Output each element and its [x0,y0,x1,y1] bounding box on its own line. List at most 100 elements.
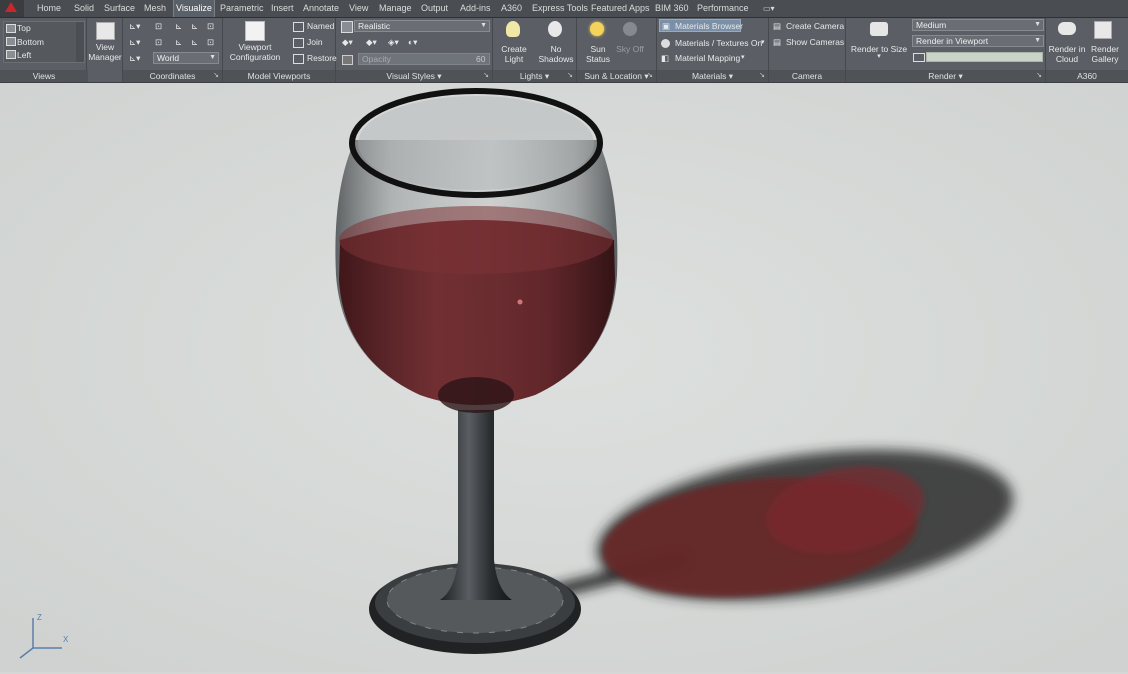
edge-effects-icon[interactable]: ◆▾ [342,37,353,47]
top-view-icon [6,24,16,33]
panel-title-render[interactable]: Render ▾ ↘ [846,70,1045,82]
views-scrollbar[interactable] [76,22,84,62]
render-progress-bar [926,52,1043,62]
create-camera-button[interactable]: Create Camera [786,21,844,31]
render-progress-icon [913,53,925,62]
tab-solid[interactable]: Solid [74,0,94,17]
join-viewports-button[interactable]: Join [307,37,323,47]
panel-title-sun-location[interactable]: Sun & Location ▾ ↘ [577,70,656,82]
panel-sun-location: Sun Status Sky Off Sun & Location ▾ ↘ [577,18,657,82]
render-quality-combo[interactable]: Medium ▼ [912,19,1044,31]
workspace-toggle-icon[interactable]: ▭▾ [763,0,775,17]
tab-home[interactable]: Home [37,0,61,17]
ucs-named-icon[interactable]: ⊡ [155,21,162,31]
ucs-3point-icon[interactable]: ⊡ [207,37,214,47]
ucs-origin-icon[interactable]: ⊡ [207,21,214,31]
viewport-configuration-button[interactable]: Viewport Configuration [223,42,287,62]
materials-browser-label: Materials Browser [675,21,744,31]
shadow-display-icon[interactable]: ◐▾ [408,37,417,47]
face-style-icon[interactable]: ◆▾ [366,37,377,47]
sky-icon [623,22,637,36]
view-manager-button[interactable]: View Manager [87,42,123,62]
sun-status-button[interactable]: Sun Status [577,44,619,64]
show-cameras-button[interactable]: Show Cameras [786,37,844,47]
ucs-z-icon[interactable]: ⊾ [191,37,198,47]
teapot-icon [870,22,888,36]
panel-views: Top Bottom Left Views [0,18,88,82]
tab-parametric[interactable]: Parametric [220,0,264,17]
opacity-value: 60 [476,54,486,64]
panel-a360: Render in Cloud Render Gallery A360 [1046,18,1128,82]
tab-add-ins[interactable]: Add-ins [460,0,491,17]
chevron-down-icon[interactable]: ▾ [846,52,912,62]
panel-title-coordinates: Coordinates ↘ [123,70,222,82]
light-bulb-icon [506,21,520,37]
tab-output[interactable]: Output [421,0,448,17]
materials-textures-button[interactable]: Materials / Textures On [675,38,762,48]
tab-surface[interactable]: Surface [104,0,135,17]
panel-lights: Create Light No Shadows Lights ▾ ↘ [493,18,577,82]
named-viewports-button[interactable]: Named [307,21,334,31]
ucs-combo[interactable]: World ▼ [153,52,219,64]
tab-express-tools[interactable]: Express Tools [532,0,588,17]
ribbon: Top Bottom Left Views View Manager ⊾▾ ⊡ … [0,18,1128,83]
panel-title-visual-styles[interactable]: Visual Styles ▾ ↘ [336,70,492,82]
panel-camera: ▤ Create Camera ▤ Show Cameras Camera [769,18,846,82]
autocad-logo-icon [5,2,17,12]
tab-manage[interactable]: Manage [379,0,412,17]
render-gallery-icon [1094,21,1112,39]
named-viewports-icon [293,22,304,32]
panel-title-lights[interactable]: Lights ▾ ↘ [493,70,576,82]
application-menu-button[interactable] [0,0,24,17]
no-shadows-button[interactable]: No Shadows [535,44,577,64]
create-light-button[interactable]: Create Light [493,44,535,64]
render-location-combo[interactable]: Render in Viewport ▼ [912,35,1044,47]
sun-icon [590,22,604,36]
ucs-icon[interactable]: ⊾▾ [129,21,140,31]
wine-glass-render: Z X [0,83,1128,672]
tab-mesh[interactable]: Mesh [144,0,166,17]
wine-surface [339,206,613,274]
svg-text:Z: Z [37,613,42,622]
drawing-viewport[interactable]: Z X [0,83,1128,672]
view-manager-icon [96,22,115,40]
materials-browser-icon: ▣ [662,21,671,31]
ucs-object-icon[interactable]: ⊾▾ [129,53,140,63]
tab-featured-apps[interactable]: Featured Apps [591,0,650,17]
view-left[interactable]: Left [17,50,31,60]
view-top[interactable]: Top [17,23,31,33]
panel-visual-styles: Realistic ▼ ◆▾ ◆▾ ◈▾ ◐▾ Opacity 60 Visual… [336,18,493,82]
ucs-world-icon[interactable]: ⊾ [175,21,182,31]
visual-style-icon [341,21,353,33]
bottom-view-icon [6,37,16,46]
panel-title-a360: A360 [1046,70,1128,82]
chevron-down-icon[interactable]: ▾ [761,38,765,48]
tab-performance[interactable]: Performance [697,0,749,17]
tab-annotate[interactable]: Annotate [303,0,339,17]
render-gallery-button[interactable]: Render Gallery [1082,44,1128,64]
view-bottom[interactable]: Bottom [17,37,44,47]
panel-views-manager: View Manager [87,18,123,82]
ucs-y-icon[interactable]: ⊾ [175,37,182,47]
xray-icon[interactable]: ◈▾ [388,37,399,47]
tab-insert[interactable]: Insert [271,0,294,17]
ucs-view-icon[interactable]: ⊾▾ [129,37,140,47]
ucs-previous-icon[interactable]: ⊾ [191,21,198,31]
tab-visualize[interactable]: Visualize [173,0,215,17]
visual-style-combo[interactable]: Realistic ▼ [354,20,490,32]
no-shadows-icon [548,21,562,37]
tab-view[interactable]: View [349,0,368,17]
panel-title-views: Views [0,70,88,82]
panel-model-viewports: Viewport Configuration Named Join Restor… [223,18,337,82]
join-viewports-icon [293,38,304,48]
show-cameras-icon: ▤ [773,37,782,47]
panel-title-materials[interactable]: Materials ▾ ↘ [657,70,768,82]
tab-bim-360[interactable]: BIM 360 [655,0,689,17]
tab-a360[interactable]: A360 [501,0,522,17]
ucs-x-icon[interactable]: ⊡ [155,37,162,47]
sky-off-button[interactable]: Sky Off [615,44,645,54]
restore-viewports-button[interactable]: Restore [307,53,337,63]
material-mapping-button[interactable]: Material Mapping [675,53,740,63]
chevron-down-icon[interactable]: ▾ [741,53,745,63]
create-camera-icon: ▤ [773,21,782,31]
